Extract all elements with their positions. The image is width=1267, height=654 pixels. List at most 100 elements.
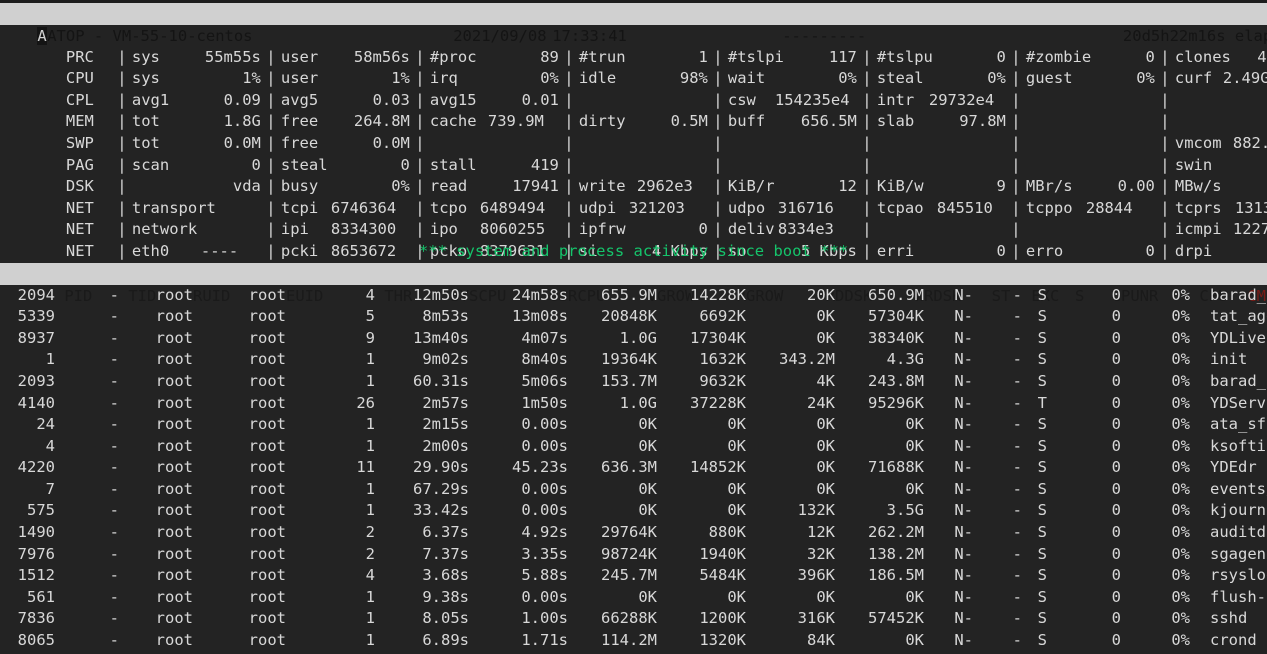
cell-rgrow: 1632K (657, 349, 746, 371)
cell-tid: - (55, 414, 119, 436)
cell-pid: 7976 (0, 544, 55, 566)
cell-wrdsk: 243.8M (835, 371, 924, 393)
cell-ruid: root (119, 436, 193, 458)
table-row[interactable]: 5339-rootroot58m53s13m08s20848K6692K0K57… (0, 306, 1267, 328)
cell-s: S (1022, 479, 1047, 501)
cell-ruid: root (119, 608, 193, 630)
cell-vgrow: 98724K (568, 544, 657, 566)
table-row[interactable]: 4220-rootroot1129.90s45.23s636.3M14852K0… (0, 457, 1267, 479)
title-dashes: --------- (782, 25, 1062, 47)
cell-thr: 1 (286, 587, 375, 609)
prc-f4-name: #tslpi (728, 47, 788, 69)
mem-f3-value: 0.5M (639, 111, 708, 133)
mem-f1-name: free (281, 111, 341, 133)
cell-usrcpu: 0.00s (469, 587, 568, 609)
swp-f7-name: vmcom (1175, 133, 1233, 155)
cell-cpunr: 0 (1047, 436, 1121, 458)
cell-thr: 1 (286, 371, 375, 393)
cell-wrdsk: 650.9M (835, 285, 924, 307)
cell-pid: 561 (0, 587, 55, 609)
table-row[interactable]: 1-rootroot19m02s8m40s19364K1632K343.2M4.… (0, 349, 1267, 371)
cell-thr: 1 (286, 500, 375, 522)
table-row[interactable]: 2093-rootroot160.31s5m06s153.7M9632K4K24… (0, 371, 1267, 393)
cell-ruid: root (119, 522, 193, 544)
table-row[interactable]: 575-rootroot133.42s0.00s0K0K132K3.5GN--S… (0, 500, 1267, 522)
net3-f1-value: 8653672 (331, 241, 410, 263)
cell-cpu: 0% (1121, 479, 1190, 501)
cpl-f5-name: intr (877, 90, 929, 112)
cell-pid: 24 (0, 414, 55, 436)
cell-rgrow: 17304K (657, 328, 746, 350)
cell-s: S (1022, 285, 1047, 307)
cell-vgrow: 114.2M (568, 630, 657, 652)
dsk-f1-value: 0% (341, 176, 410, 198)
table-row[interactable]: 24-rootroot12m15s0.00s0K0K0K0KN--S00%ata… (0, 414, 1267, 436)
cell-st: N- (924, 414, 973, 436)
cell-ruid: root (119, 349, 193, 371)
cell-wrdsk: 71688K (835, 457, 924, 479)
cell-cpu: 0% (1121, 371, 1190, 393)
sysrow-cpu-label: CPU (66, 68, 112, 90)
table-row[interactable]: 8937-rootroot913m40s4m07s1.0G17304K0K383… (0, 328, 1267, 350)
title-text: ATOP - VM-55-10-centos (47, 25, 453, 47)
table-row[interactable]: 1490-rootroot26.37s4.92s29764K880K12K262… (0, 522, 1267, 544)
cell-pid: 8065 (0, 630, 55, 652)
cell-cpu: 0% (1121, 436, 1190, 458)
table-row[interactable]: 7836-rootroot18.05s1.00s66288K1200K316K5… (0, 608, 1267, 630)
cell-s: S (1022, 414, 1047, 436)
cell-ruid: root (119, 371, 193, 393)
table-row[interactable]: 4-rootroot12m00s0.00s0K0K0K0KN--S00%ksof… (0, 436, 1267, 458)
table-row[interactable]: 7976-rootroot27.37s3.35s98724K1940K32K13… (0, 544, 1267, 566)
cell-exc: - (973, 587, 1022, 609)
cell-cpu: 0% (1121, 393, 1190, 415)
cell-pid: 1490 (0, 522, 55, 544)
cell-exc: - (973, 371, 1022, 393)
mem-f3-name: dirty (579, 111, 639, 133)
cell-pid: 4140 (0, 393, 55, 415)
swp-f1-name: free (281, 133, 341, 155)
cell-s: S (1022, 306, 1047, 328)
cell-pid: 575 (0, 500, 55, 522)
cell-rddsk: 0K (746, 479, 835, 501)
cell-exc: - (973, 328, 1022, 350)
cell-cpu: 0% (1121, 522, 1190, 544)
table-row[interactable]: 7-rootroot167.29s0.00s0K0K0K0KN--S00%eve… (0, 479, 1267, 501)
cell-usrcpu: 0.00s (469, 500, 568, 522)
cell-thr: 1 (286, 630, 375, 652)
cell-s: S (1022, 544, 1047, 566)
net2-f2-name: ipo (430, 219, 480, 241)
cell-euid: root (193, 328, 286, 350)
mem-f0-name: tot (132, 111, 192, 133)
table-row[interactable]: 1512-rootroot43.68s5.88s245.7M5484K396K1… (0, 565, 1267, 587)
cell-rgrow: 6692K (657, 306, 746, 328)
cell-tid: - (55, 328, 119, 350)
cell-syscpu: 7.37s (375, 544, 469, 566)
cell-tid: - (55, 306, 119, 328)
cell-vgrow: 245.7M (568, 565, 657, 587)
prc-f6-name: #zombie (1026, 47, 1086, 69)
net2-f4-value: 8334e3 (778, 219, 857, 241)
cell-rddsk: 0K (746, 587, 835, 609)
cell-tid: - (55, 457, 119, 479)
cell-wrdsk: 0K (835, 479, 924, 501)
prc-f1-value: 58m56s (341, 47, 410, 69)
cell-cmd: sgagent (1190, 544, 1267, 566)
cell-cpunr: 0 (1047, 306, 1121, 328)
cpl-f2-name: avg15 (430, 90, 490, 112)
cell-syscpu: 2m15s (375, 414, 469, 436)
cell-thr: 4 (286, 285, 375, 307)
cell-rgrow: 1940K (657, 544, 746, 566)
swp-f0-name: tot (132, 133, 192, 155)
cell-cpunr: 0 (1047, 393, 1121, 415)
cell-s: S (1022, 328, 1047, 350)
table-row[interactable]: 4140-rootroot262m57s1m50s1.0G37228K24K95… (0, 393, 1267, 415)
cell-exc: - (973, 393, 1022, 415)
dsk-f5-name: KiB/w (877, 176, 937, 198)
pag-f1-value: 0 (341, 155, 410, 177)
cpu-f2-name: irq (430, 68, 490, 90)
table-row[interactable]: 2094-rootroot412m50s24m58s655.9M14228K20… (0, 285, 1267, 307)
table-row[interactable]: 561-rootroot19.38s0.00s0K0K0K0KN--S00%fl… (0, 587, 1267, 609)
cell-thr: 2 (286, 522, 375, 544)
net1-f4-value: 316716 (778, 198, 857, 220)
table-row[interactable]: 8065-rootroot16.89s1.71s114.2M1320K84K0K… (0, 630, 1267, 652)
